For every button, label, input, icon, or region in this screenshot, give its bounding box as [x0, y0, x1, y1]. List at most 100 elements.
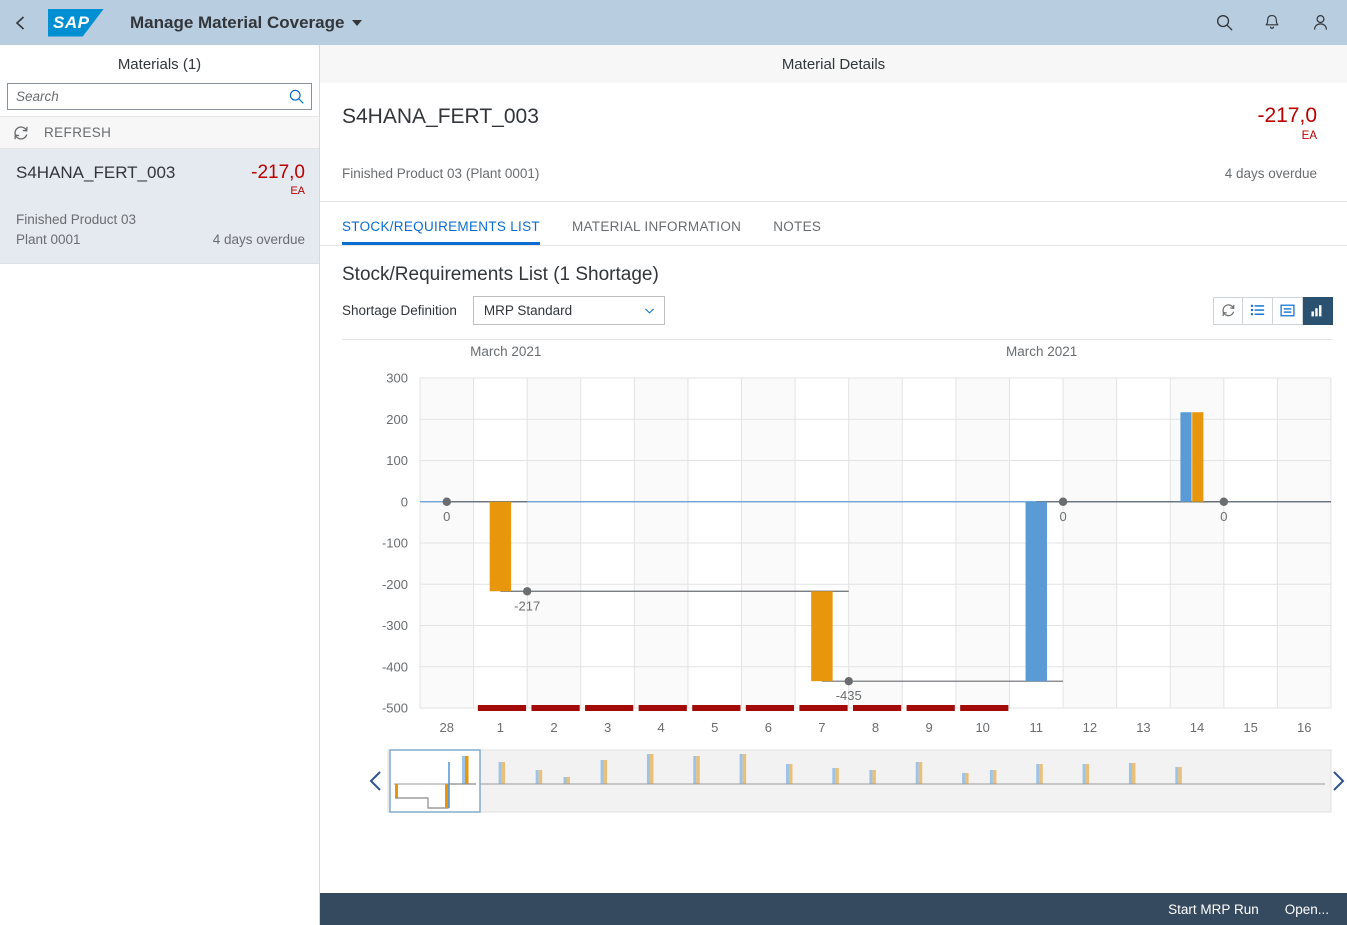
- list-item-description: Finished Product 03: [16, 212, 137, 227]
- object-quantity-group: -217,0 EA: [1257, 105, 1317, 142]
- chevron-right-icon: [1333, 771, 1345, 791]
- y-axis-tick-label: -200: [382, 577, 408, 592]
- chevron-down-icon: [644, 308, 654, 314]
- shortage-band-segment: [799, 705, 848, 711]
- waterfall-marker: [442, 497, 451, 506]
- list-item-quantity-group: -217,0 EA: [251, 163, 305, 197]
- shortage-band-segment: [638, 705, 687, 711]
- navigator-mini-bar: [566, 777, 570, 784]
- tab-notes[interactable]: NOTES: [757, 219, 837, 245]
- tab-label: STOCK/REQUIREMENTS LIST: [342, 219, 540, 234]
- y-axis-tick-label: 0: [401, 494, 408, 509]
- detail-content: Stock/Requirements List (1 Shortage) Sho…: [320, 246, 1347, 893]
- navigator-mini-bar: [872, 770, 876, 784]
- view-toggle-group: [1213, 296, 1333, 325]
- shortage-band-segment: [477, 705, 527, 711]
- navigator-mini-bar: [915, 762, 919, 784]
- tab-material-information[interactable]: MATERIAL INFORMATION: [556, 219, 757, 245]
- search-icon[interactable]: [288, 88, 305, 105]
- sap-logo-text: SAP: [53, 12, 90, 32]
- chart-bar-requirement: [1192, 412, 1204, 502]
- waterfall-marker: [1219, 497, 1229, 506]
- waterfall-marker: [844, 676, 853, 686]
- waterfall-marker: [522, 587, 532, 596]
- master-empty-space: [0, 264, 319, 925]
- x-axis-tick-label: 7: [818, 720, 825, 735]
- search-button[interactable]: [1211, 10, 1237, 36]
- x-axis-tick-label: 11: [1030, 720, 1044, 735]
- navigator-mini-bar: [1175, 767, 1179, 784]
- navigator-mini-bar: [600, 760, 604, 784]
- app-title-menu[interactable]: Manage Material Coverage: [130, 13, 363, 33]
- tab-bar: STOCK/REQUIREMENTS LIST MATERIAL INFORMA…: [320, 202, 1347, 246]
- navigator-mini-bar: [465, 756, 469, 784]
- bar-chart-view-button[interactable]: [1303, 296, 1333, 325]
- user-button[interactable]: [1307, 10, 1333, 36]
- y-axis-tick-label: -500: [382, 701, 408, 716]
- stock-requirements-waterfall-chart[interactable]: 3002001000-100-200-300-400-50028 1 2 3 4 5 6 7 8…: [342, 340, 1347, 830]
- data-point-label: 0: [1220, 509, 1227, 524]
- tab-stock-requirements-list[interactable]: STOCK/REQUIREMENTS LIST: [342, 219, 556, 245]
- navigator-mini-bar: [693, 756, 697, 784]
- object-unit: EA: [1301, 130, 1317, 142]
- shortage-definition-group: Shortage Definition MRP Standard: [342, 296, 665, 325]
- period-label: March 2021: [1006, 344, 1077, 359]
- user-avatar-icon: [1313, 15, 1327, 30]
- back-button[interactable]: [0, 0, 42, 45]
- list-view-button[interactable]: [1243, 296, 1273, 325]
- detail-title: Material Details: [320, 45, 1347, 83]
- navigator-mini-bar: [395, 784, 398, 798]
- navigator-mini-bar: [739, 754, 743, 784]
- chart-bar-receipt: [1180, 412, 1192, 502]
- search-field[interactable]: [7, 83, 312, 110]
- navigator-mini-bar: [989, 770, 993, 784]
- navigator-mini-bar: [1085, 764, 1090, 784]
- bar-chart-icon: [1311, 305, 1322, 317]
- shell-bar: SAP Manage Material Coverage: [0, 0, 1347, 45]
- shortage-band-segment: [852, 705, 902, 711]
- shortage-definition-select[interactable]: MRP Standard: [472, 296, 665, 325]
- navigator-mini-bar: [538, 770, 543, 784]
- shortage-definition-value: MRP Standard: [483, 303, 573, 318]
- navigator-mini-bar: [603, 760, 608, 784]
- page-body: Materials (1) REFRESH: [0, 45, 1347, 925]
- navigator-mini-bar: [445, 784, 448, 808]
- chevron-left-icon: [369, 771, 381, 791]
- app-root: SAP Manage Material Coverage Materials (…: [0, 0, 1347, 925]
- chevron-down-icon: [352, 19, 363, 26]
- chart-bar-requirement: [489, 501, 512, 592]
- navigator-mini-bar: [1128, 763, 1132, 784]
- navigator-mini-bar: [563, 777, 567, 784]
- sap-logo: SAP: [48, 8, 112, 38]
- navigator-mini-bar: [832, 768, 836, 784]
- footer-bar: Start MRP Run Open...: [320, 893, 1347, 925]
- search-input[interactable]: [16, 89, 288, 104]
- y-axis-tick-label: 300: [386, 371, 408, 386]
- x-axis-tick-label: 9: [925, 720, 932, 735]
- start-mrp-run-button[interactable]: Start MRP Run: [1168, 902, 1259, 917]
- shell-actions: [1211, 10, 1347, 36]
- chart-refresh-button[interactable]: [1213, 296, 1243, 325]
- refresh-button[interactable]: REFRESH: [0, 116, 319, 149]
- notifications-button[interactable]: [1259, 10, 1285, 36]
- x-axis-tick-label: 12: [1083, 720, 1097, 735]
- refresh-icon: [1222, 304, 1234, 317]
- bell-icon: [1265, 14, 1279, 29]
- detail-view-button[interactable]: [1273, 296, 1303, 325]
- open-button[interactable]: Open...: [1285, 902, 1329, 917]
- shortage-band-segment: [531, 705, 580, 711]
- x-axis-tick-label: 13: [1136, 720, 1150, 735]
- navigator-mini-bar: [992, 770, 997, 784]
- y-axis-tick-label: 100: [386, 453, 408, 468]
- list-item[interactable]: S4HANA_FERT_003 -217,0 EA Finished Produ…: [0, 149, 319, 264]
- data-point-label: 0: [1059, 509, 1066, 524]
- navigator-mini-bar: [646, 754, 650, 784]
- list-item-status: 4 days overdue: [212, 232, 305, 247]
- list-item-primary-row: S4HANA_FERT_003 -217,0 EA: [16, 163, 305, 197]
- y-axis-tick-label: 200: [386, 412, 408, 427]
- navigator-mini-bar: [696, 756, 700, 784]
- list-item-secondary-row: Plant 0001 4 days overdue: [16, 232, 305, 247]
- x-axis-tick-label: 14: [1190, 720, 1204, 735]
- chart-area: 300 200 100 0 -100 -200 -300 -400 -500 28 1 2 3 4 5 6 7 8…: [342, 339, 1345, 893]
- y-axis-tick-label: -400: [382, 659, 408, 674]
